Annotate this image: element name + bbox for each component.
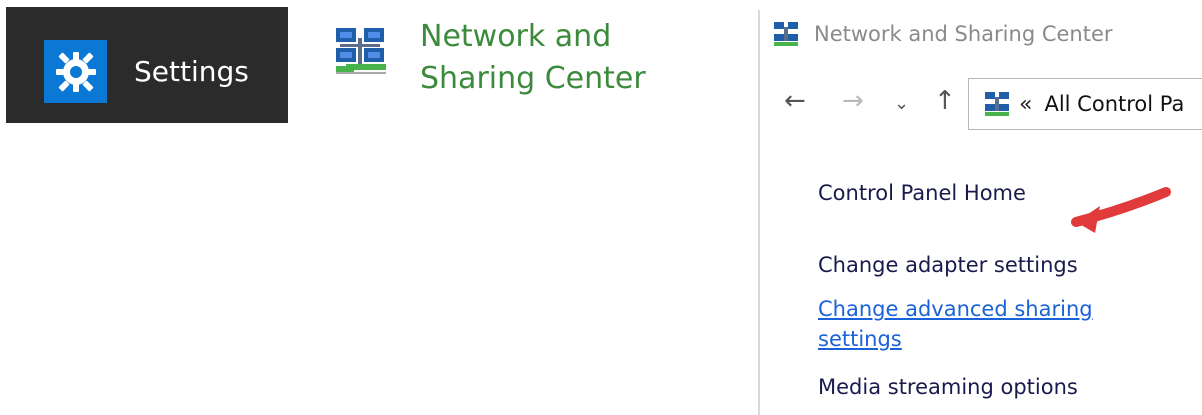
network-icon [330, 24, 394, 88]
sidebar-link-control-panel-home[interactable]: Control Panel Home [818, 178, 1026, 208]
navigation-bar: ← → ⌄ ↑ « All Control Pa [778, 78, 1202, 134]
settings-label: Settings [134, 55, 249, 88]
window-titlebar: Network and Sharing Center [772, 18, 1113, 50]
address-bar[interactable]: « All Control Pa [968, 78, 1202, 130]
address-text: All Control Pa [1044, 92, 1185, 116]
window-title: Network and Sharing Center [814, 22, 1113, 46]
sidebar-link-media-streaming-options[interactable]: Media streaming options [818, 372, 1078, 402]
red-arrow-icon [1042, 184, 1172, 244]
gear-icon [44, 40, 107, 103]
forward-button[interactable]: → [842, 84, 864, 118]
up-button[interactable]: ↑ [934, 84, 956, 118]
network-sharing-center-tile[interactable]: Network and Sharing Center [330, 14, 730, 114]
sidebar-link-change-advanced-sharing-settings[interactable]: Change advanced sharing settings [818, 294, 1118, 354]
network-icon [772, 20, 800, 48]
sidebar-link-change-adapter-settings[interactable]: Change adapter settings [818, 250, 1078, 280]
control-panel-window: Network and Sharing Center ← → ⌄ ↑ « All… [760, 0, 1202, 415]
address-chevron-icon[interactable]: « [1019, 92, 1032, 117]
back-button[interactable]: ← [784, 84, 806, 118]
network-sharing-center-label: Network and Sharing Center [420, 19, 646, 96]
settings-tile[interactable]: Settings [6, 7, 288, 123]
recent-locations-button[interactable]: ⌄ [894, 87, 909, 121]
network-icon [983, 90, 1011, 118]
